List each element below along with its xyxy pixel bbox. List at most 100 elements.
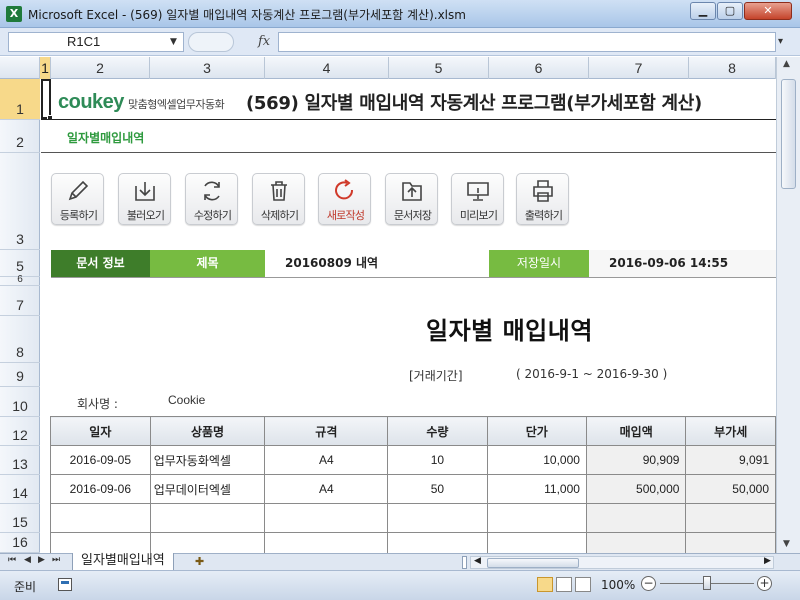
cell-product[interactable] xyxy=(149,532,266,553)
column-header-7[interactable]: 7 xyxy=(589,57,689,79)
cell-vat[interactable]: 9,091 xyxy=(685,445,776,475)
cell-unit-price[interactable] xyxy=(486,503,587,533)
cell-date[interactable] xyxy=(50,503,151,533)
worksheet-grid[interactable]: coukey 맞춤형엑셀업무자동화 (569) 일자별 매입내역 자동계산 프로… xyxy=(41,79,776,553)
cell-product[interactable] xyxy=(149,503,266,533)
header-product[interactable]: 상품명 xyxy=(149,416,266,446)
cell-quantity[interactable]: 10 xyxy=(387,445,488,475)
column-header-5[interactable]: 5 xyxy=(389,57,489,79)
zoom-level[interactable]: 100% xyxy=(601,578,635,592)
new-document-button[interactable]: 새로작성 xyxy=(318,173,371,225)
scroll-up-icon[interactable]: ▲ xyxy=(783,59,790,69)
column-header-4[interactable]: 4 xyxy=(265,57,389,79)
cell-date[interactable]: 2016-09-05 xyxy=(50,445,151,475)
row-header-12[interactable]: 12 xyxy=(0,417,40,446)
cell-unit-price[interactable]: 10,000 xyxy=(486,445,587,475)
close-button[interactable]: ✕ xyxy=(744,2,792,20)
doc-title-value[interactable]: 20160809 내역 xyxy=(265,250,489,277)
name-box[interactable]: R1C1 xyxy=(8,32,184,52)
fill-handle[interactable] xyxy=(47,115,53,121)
select-all-corner[interactable] xyxy=(0,57,40,79)
macro-record-icon[interactable] xyxy=(58,578,72,591)
cell-product[interactable]: 업무데이터엑셀 xyxy=(149,474,266,504)
cell-vat[interactable]: 50,000 xyxy=(685,474,776,504)
header-vat[interactable]: 부가세 xyxy=(685,416,776,446)
cell-purchase-amount[interactable]: 90,909 xyxy=(585,445,687,475)
zoom-slider-thumb[interactable] xyxy=(703,576,711,590)
new-sheet-icon[interactable]: ✚ xyxy=(195,555,211,568)
row-header-15[interactable]: 15 xyxy=(0,504,40,533)
column-header-8[interactable]: 8 xyxy=(689,57,776,79)
cell-spec[interactable]: A4 xyxy=(264,445,389,475)
vertical-scrollbar[interactable]: ▲ ▼ xyxy=(776,57,800,553)
normal-view-icon[interactable] xyxy=(537,577,553,592)
row-header-13[interactable]: 13 xyxy=(0,446,40,475)
zoom-in-icon[interactable]: + xyxy=(757,576,772,591)
formula-input[interactable] xyxy=(278,32,776,52)
cell-spec[interactable] xyxy=(264,532,389,553)
cell-unit-price[interactable]: 11,000 xyxy=(486,474,587,504)
column-header-1[interactable]: 1 xyxy=(40,57,51,79)
vertical-scroll-thumb[interactable] xyxy=(781,79,796,189)
header-quantity[interactable]: 수량 xyxy=(387,416,488,446)
next-sheet-icon[interactable]: ▶ xyxy=(38,555,45,565)
register-button[interactable]: 등록하기 xyxy=(51,173,104,225)
insert-function-icon[interactable]: fx xyxy=(258,34,270,49)
maximize-button[interactable]: ▢ xyxy=(717,2,743,20)
cell-quantity[interactable] xyxy=(387,503,488,533)
header-date[interactable]: 일자 xyxy=(50,416,151,446)
header-unit-price[interactable]: 단가 xyxy=(486,416,587,446)
cell-product[interactable]: 업무자동화엑셀 xyxy=(149,445,266,475)
delete-button[interactable]: 삭제하기 xyxy=(252,173,305,225)
row-header-16[interactable]: 16 xyxy=(0,533,40,553)
first-sheet-icon[interactable]: ⏮ xyxy=(8,555,16,565)
column-header-6[interactable]: 6 xyxy=(489,57,589,79)
minimize-button[interactable]: ▁ xyxy=(690,2,716,20)
company-value[interactable]: Cookie xyxy=(168,393,205,407)
cell-vat[interactable] xyxy=(685,532,776,553)
page-layout-view-icon[interactable] xyxy=(556,577,572,592)
active-cell-r1c1[interactable] xyxy=(41,79,53,121)
row-header-9[interactable]: 9 xyxy=(0,363,40,387)
row-header-3[interactable]: 3 xyxy=(0,153,40,250)
cell-purchase-amount[interactable] xyxy=(585,532,687,553)
scroll-right-icon[interactable]: ▶ xyxy=(764,556,771,566)
page-break-view-icon[interactable] xyxy=(575,577,591,592)
sheet-tab-active[interactable]: 일자별매입내역 xyxy=(72,553,174,571)
zoom-out-icon[interactable]: − xyxy=(641,576,656,591)
row-header-8[interactable]: 8 xyxy=(0,316,40,363)
horizontal-scrollbar[interactable]: ◀ ▶ xyxy=(470,556,774,569)
column-header-2[interactable]: 2 xyxy=(51,57,150,79)
cell-date[interactable]: 2016-09-06 xyxy=(50,474,151,504)
scroll-left-icon[interactable]: ◀ xyxy=(474,556,481,566)
cell-purchase-amount[interactable] xyxy=(585,503,687,533)
tab-split-handle[interactable] xyxy=(462,556,467,569)
chevron-down-icon[interactable]: ▼ xyxy=(170,37,177,47)
cell-spec[interactable]: A4 xyxy=(264,474,389,504)
cell-spec[interactable] xyxy=(264,503,389,533)
formula-cancel-confirm-area[interactable] xyxy=(188,32,234,52)
row-header-10[interactable]: 10 xyxy=(0,387,40,417)
last-sheet-icon[interactable]: ⏭ xyxy=(52,555,60,565)
row-header-14[interactable]: 14 xyxy=(0,475,40,504)
saved-at-value[interactable]: 2016-09-06 14:55 xyxy=(589,250,776,277)
row-header-6[interactable]: 6 xyxy=(0,274,40,286)
load-button[interactable]: 불러오기 xyxy=(118,173,171,225)
edit-button[interactable]: 수정하기 xyxy=(185,173,238,225)
save-document-button[interactable]: 문서저장 xyxy=(385,173,438,225)
scroll-down-icon[interactable]: ▼ xyxy=(783,539,790,549)
print-button[interactable]: 출력하기 xyxy=(516,173,569,225)
row-header-7[interactable]: 7 xyxy=(0,286,40,316)
cell-quantity[interactable]: 50 xyxy=(387,474,488,504)
header-spec[interactable]: 규격 xyxy=(264,416,389,446)
prev-sheet-icon[interactable]: ◀ xyxy=(24,555,31,565)
header-purchase-amount[interactable]: 매입액 xyxy=(585,416,687,446)
expand-formula-bar-icon[interactable]: ▾ xyxy=(778,36,783,47)
row-header-2[interactable]: 2 xyxy=(0,120,40,153)
horizontal-scroll-thumb[interactable] xyxy=(487,558,579,568)
cell-purchase-amount[interactable]: 500,000 xyxy=(585,474,687,504)
cell-date[interactable] xyxy=(50,532,151,553)
preview-button[interactable]: 미리보기 xyxy=(451,173,504,225)
column-header-3[interactable]: 3 xyxy=(150,57,265,79)
row-header-5[interactable]: 5 xyxy=(0,250,40,277)
